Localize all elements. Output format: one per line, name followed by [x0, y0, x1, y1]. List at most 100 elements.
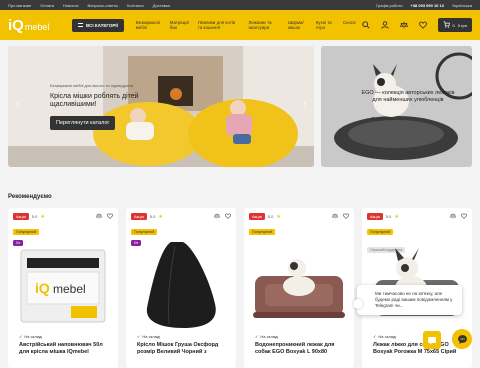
chat-fab-button[interactable]: [452, 329, 472, 349]
compare-icon[interactable]: [449, 213, 457, 220]
search-icon[interactable]: [362, 21, 371, 30]
check-icon: ✓: [137, 334, 141, 339]
product-image[interactable]: iQ mebel: [13, 238, 113, 330]
product-image[interactable]: [249, 238, 349, 330]
carousel-next-icon[interactable]: ›: [303, 98, 306, 108]
star-icon: ★: [276, 213, 281, 220]
card-header: Акція 5.0 ★: [367, 213, 467, 220]
message-button[interactable]: [423, 331, 441, 349]
chat-popup[interactable]: Ми тимчасово не на зв'язку, але будемо р…: [353, 285, 462, 315]
card-header: Акція 5.0 ★: [13, 213, 113, 220]
card-actions: [213, 213, 231, 220]
wishlist-icon[interactable]: [107, 213, 113, 220]
top-link-faq[interactable]: Вопросы-ответы: [88, 3, 119, 8]
rating-value: 5.0: [267, 214, 274, 219]
product-image[interactable]: [367, 238, 467, 330]
top-link-payment[interactable]: Оплата: [40, 3, 54, 8]
stock-label: На складі: [24, 334, 43, 339]
nav-item-accessories[interactable]: Лежанки та аксесуари: [248, 20, 279, 30]
popular-badge: Популярний: [131, 229, 158, 235]
wishlist-icon[interactable]: [419, 21, 428, 30]
top-right: Графік роботи +38 093 990 10 10 Українсь…: [376, 3, 472, 8]
cart-count: 0: [452, 22, 455, 28]
stock-status: ✓ На складі: [137, 334, 160, 339]
product-name[interactable]: Водонепроникний лежак для собак EGO Bosy…: [255, 342, 350, 355]
language-select[interactable]: Українська: [452, 3, 472, 8]
star-icon: ★: [394, 213, 399, 220]
hero-subtitle: Безкаркасні меблі для всього та індивіду…: [50, 83, 134, 88]
check-icon: ✓: [255, 334, 259, 339]
card-header: Акція 5.0 ★: [249, 213, 349, 220]
cart-icon: [443, 21, 450, 29]
user-icon[interactable]: [381, 21, 390, 30]
product-card[interactable]: Акція 5.0 ★ Популярний ✓ На складі Водон…: [244, 208, 354, 368]
popular-badge: Популярний: [13, 229, 40, 235]
chat-icon: [457, 334, 467, 344]
nav-item-other[interactable]: Сноси: [343, 20, 356, 30]
product-card[interactable]: Акція 5.0 ★ Популярний Хіт iQ mebel ✓ На…: [8, 208, 118, 368]
recommended-title: Рекомендуємо: [8, 194, 52, 200]
sale-badge: Акція: [367, 213, 383, 220]
sale-badge: Акція: [249, 213, 265, 220]
view-catalog-button[interactable]: Переглянути каталог: [50, 116, 116, 130]
stock-status: ✓ На складі: [19, 334, 42, 339]
header-icons: 0 0 грн: [362, 18, 472, 32]
popular-badge: Популярний: [249, 229, 276, 235]
rating-value: 5.0: [385, 214, 392, 219]
chat-message: Ми тимчасово не на зв'язку, але будемо р…: [375, 291, 453, 308]
phone-number[interactable]: +38 093 990 10 10: [410, 3, 443, 8]
stock-status: ✓ На складі: [255, 334, 278, 339]
stock-label: На складі: [260, 334, 279, 339]
compare-icon[interactable]: [400, 21, 409, 30]
message-icon: [428, 337, 436, 345]
hero-banner-side[interactable]: EGO — колекція авторських лежаків для на…: [321, 46, 472, 167]
popular-badge: Популярний: [367, 229, 394, 235]
side-banner-more-link[interactable]: Детальніше: [371, 116, 395, 121]
product-card[interactable]: Акція 5.0 ★ Популярний Хіт ✓ На складі К…: [126, 208, 236, 368]
rating-value: 5.0: [149, 214, 156, 219]
check-icon: ✓: [19, 334, 23, 339]
product-name[interactable]: Крісло Мішок Груша Оксфорд розмір Велики…: [137, 342, 232, 355]
menu-icon: [78, 23, 83, 27]
catalog-button[interactable]: ВСІ КАТЕГОРІЇ: [72, 18, 124, 32]
side-banner-text: EGO — колекція авторських лежаків для на…: [361, 90, 455, 103]
catalog-label: ВСІ КАТЕГОРІЇ: [86, 22, 118, 28]
main-header: iQ mebel ВСІ КАТЕГОРІЇ Безкаркасні меблі…: [0, 10, 480, 40]
wishlist-icon[interactable]: [225, 213, 231, 220]
cart-button[interactable]: 0 0 грн: [437, 18, 472, 32]
product-name[interactable]: Австрійський наповнювач 50л для крісла м…: [19, 342, 114, 355]
nav-item-screens[interactable]: Ширма/мішок: [288, 20, 307, 30]
nav-item-cat-beds[interactable]: Лежанки для котів та кошенят: [198, 20, 240, 30]
check-icon: ✓: [373, 334, 377, 339]
compare-icon[interactable]: [331, 213, 339, 220]
card-actions: [95, 213, 113, 220]
schedule-label[interactable]: Графік роботи: [376, 3, 402, 8]
stock-status: ✓ На складі: [373, 334, 396, 339]
top-link-about[interactable]: Про магазин: [8, 3, 31, 8]
nav-item-kitchen[interactable]: Кухні та Агро: [316, 20, 334, 30]
logo-main: iQ: [8, 16, 24, 34]
top-link-contacts[interactable]: Контакти: [127, 3, 144, 8]
top-links: Про магазин Оплата Новости Вопросы-ответ…: [8, 3, 376, 8]
hero-banner-main[interactable]: Безкаркасні меблі для всього та індивіду…: [8, 46, 314, 167]
side-banner-photo: [321, 46, 472, 167]
main-nav: Безкаркасні меблі Матраци/бан Лежанки дл…: [136, 20, 356, 30]
wishlist-icon[interactable]: [343, 213, 349, 220]
cart-sum: 0 грн: [457, 22, 467, 28]
stock-label: На складі: [378, 334, 397, 339]
nav-item-mattresses[interactable]: Матраци/бан: [170, 20, 189, 30]
top-link-delivery[interactable]: Доставка: [153, 3, 170, 8]
compare-icon[interactable]: [95, 213, 103, 220]
carousel-prev-icon[interactable]: ‹: [16, 98, 19, 108]
nav-item-frameless[interactable]: Безкаркасні меблі: [136, 20, 161, 30]
sale-badge: Акція: [13, 213, 29, 220]
wishlist-icon[interactable]: [461, 213, 467, 220]
top-bar: Про магазин Оплата Новости Вопросы-ответ…: [0, 0, 480, 10]
site-logo[interactable]: iQ mebel: [8, 17, 66, 34]
top-link-news[interactable]: Новости: [63, 3, 78, 8]
star-icon: ★: [40, 213, 45, 220]
compare-icon[interactable]: [213, 213, 221, 220]
stock-label: На складі: [142, 334, 161, 339]
product-image[interactable]: [131, 238, 231, 330]
svg-text:iQ: iQ: [35, 280, 50, 296]
